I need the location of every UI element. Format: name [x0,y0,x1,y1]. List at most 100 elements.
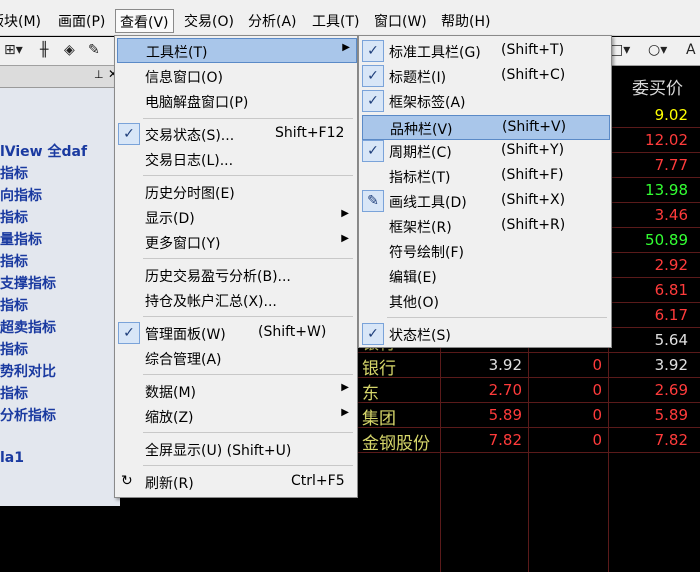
bid-price: 2.92 [654,256,688,274]
panel-item[interactable]: lView 全daf [0,141,87,161]
menu-item-fullscreen[interactable]: 全屏显示(U) (Shift+U) [115,437,355,462]
checkmark-icon: ✓ [118,322,140,344]
stock-name: 银行 [362,359,396,379]
menu-item-pc-analysis[interactable]: 电脑解盘窗口(P) [115,89,355,114]
grid-row-line [356,427,700,428]
menu-item-refresh[interactable]: ↻ 刷新(R) Ctrl+F5 [115,470,355,495]
panel-item[interactable]: 指标 [0,295,28,315]
menu-tools[interactable]: 工具(T) [312,11,359,31]
bid-price: 13.98 [645,181,688,199]
menu-item-trade-log[interactable]: 交易日志(L)... [115,147,355,172]
change-value: 0 [592,406,602,424]
panel-item[interactable]: 超卖指标 [0,317,56,337]
menu-view[interactable]: 查看(V) [115,9,174,33]
bid-price: 6.81 [654,281,688,299]
panel-item[interactable]: 分析指标 [0,405,56,425]
menu-trade[interactable]: 交易(O) [184,11,234,31]
pin-icon[interactable]: ⊥ [94,68,104,81]
panel-item[interactable]: 指标 [0,251,28,271]
chevron-right-icon: ▶ [341,233,349,244]
checkmark-icon: ✓ [362,140,384,162]
panel-item[interactable]: 指标 [0,163,28,183]
menu-item-position-summary[interactable]: 持仓及帐户汇总(X)... [115,288,355,313]
menu-item-pnl-analysis[interactable]: 历史交易盈亏分析(B)... [115,263,355,288]
edit-icon[interactable]: ✎ [88,42,100,58]
menu-bar: 版块(M) 画面(P) 查看(V) 交易(O) 分析(A) 工具(T) 窗口(W… [0,0,700,36]
stock-name: 东 [362,384,379,404]
submenu-item-symbol-bar[interactable]: 品种栏(V) (Shift+V) [362,115,610,140]
candlestick-icon[interactable]: ╫ [40,42,48,58]
submenu-item-status-bar[interactable]: ✓ 状态栏(S) [359,322,609,347]
menu-item-zoom[interactable]: 缩放(Z) ▶ [115,404,355,429]
menu-help[interactable]: 帮助(H) [441,11,490,31]
stock-name: 集团 [362,409,396,429]
submenu-item-frame-tabs[interactable]: ✓ 框架标签(A) [359,89,609,114]
last-price: 5.89 [488,406,522,424]
submenu-item-symbol-draw[interactable]: 符号绘制(F) [359,239,609,264]
menu-item-more-windows[interactable]: 更多窗口(Y) ▶ [115,230,355,255]
menu-item-manage-panel[interactable]: ✓ 管理面板(W) (Shift+W) [115,321,355,346]
panel-item[interactable]: la1 [0,450,24,466]
last-price: 3.92 [488,356,522,374]
bid-price: 7.77 [654,156,688,174]
panel-item[interactable]: 量指标 [0,229,42,249]
menu-bankuai[interactable]: 版块(M) [0,11,41,31]
change-value: 0 [592,381,602,399]
menu-item-trade-status[interactable]: ✓ 交易状态(S)... Shift+F12 [115,122,355,147]
submenu-item-other[interactable]: 其他(O) [359,289,609,314]
chevron-right-icon: ▶ [341,407,349,418]
menu-analysis[interactable]: 分析(A) [248,11,297,31]
bid-price: 7.82 [654,431,688,449]
chevron-right-icon: ▶ [341,208,349,219]
checkmark-icon: ✓ [362,65,384,87]
panel-item[interactable]: 指标 [0,383,28,403]
chevron-right-icon: ▶ [342,42,350,53]
header-bid-price: 委买价 [632,79,683,99]
bid-price: 3.46 [654,206,688,224]
toolbar-submenu: ✓ 标准工具栏(G) (Shift+T) ✓ 标题栏(I) (Shift+C) … [358,35,612,348]
menu-item-history-chart[interactable]: 历史分时图(E) [115,180,355,205]
panel-header: ⊥ ✕ [0,66,120,88]
grid-icon[interactable]: ⊞▾ [4,42,23,58]
indicator-panel: lView 全daf 指标 向指标 指标 量指标 指标 支撑指标 指标 超卖指标… [0,88,120,506]
text-tool-label[interactable]: A [686,42,696,58]
stock-name: 金钢股份 [362,434,430,454]
panel-item[interactable]: 支撑指标 [0,273,56,293]
circle-icon[interactable]: ○▾ [648,42,667,58]
grid-row-line [356,377,700,378]
chevron-right-icon: ▶ [341,382,349,393]
submenu-item-indicator-bar[interactable]: 指标栏(T) (Shift+F) [359,164,609,189]
menu-item-toolbar[interactable]: 工具栏(T) ▶ [117,38,357,63]
submenu-item-frame-bar[interactable]: 框架栏(R) (Shift+R) [359,214,609,239]
bid-price: 2.69 [654,381,688,399]
change-value: 0 [592,356,602,374]
view-menu: 工具栏(T) ▶ 信息窗口(O) 电脑解盘窗口(P) ✓ 交易状态(S)... S… [114,35,358,498]
bid-price: 5.89 [654,406,688,424]
menu-window[interactable]: 窗口(W) [374,11,427,31]
panel-item[interactable]: 指标 [0,207,28,227]
grid-row-line [356,352,700,353]
bid-price: 3.92 [654,356,688,374]
menu-huamian[interactable]: 画面(P) [58,11,105,31]
square-icon[interactable]: □▾ [610,42,630,58]
bid-price: 12.02 [645,131,688,149]
diamond-icon[interactable]: ◈ [64,42,75,58]
bid-price: 9.02 [654,106,688,124]
menu-item-general-manage[interactable]: 综合管理(A) [115,346,355,371]
submenu-item-drawing-tools[interactable]: ✎ 画线工具(D) (Shift+X) [359,189,609,214]
submenu-item-standard-toolbar[interactable]: ✓ 标准工具栏(G) (Shift+T) [359,39,609,64]
grid-row-line [356,402,700,403]
last-price: 2.70 [488,381,522,399]
menu-item-display[interactable]: 显示(D) ▶ [115,205,355,230]
submenu-item-edit[interactable]: 编辑(E) [359,264,609,289]
pencil-icon: ✎ [362,190,384,212]
submenu-item-title-bar[interactable]: ✓ 标题栏(I) (Shift+C) [359,64,609,89]
panel-item[interactable]: 向指标 [0,185,42,205]
refresh-icon: ↻ [121,473,133,489]
panel-item[interactable]: 指标 [0,339,28,359]
last-price: 7.82 [488,431,522,449]
menu-item-info-window[interactable]: 信息窗口(O) [115,64,355,89]
submenu-item-period-bar[interactable]: ✓ 周期栏(C) (Shift+Y) [359,139,609,164]
panel-item[interactable]: 势利对比 [0,361,56,381]
menu-item-data[interactable]: 数据(M) ▶ [115,379,355,404]
